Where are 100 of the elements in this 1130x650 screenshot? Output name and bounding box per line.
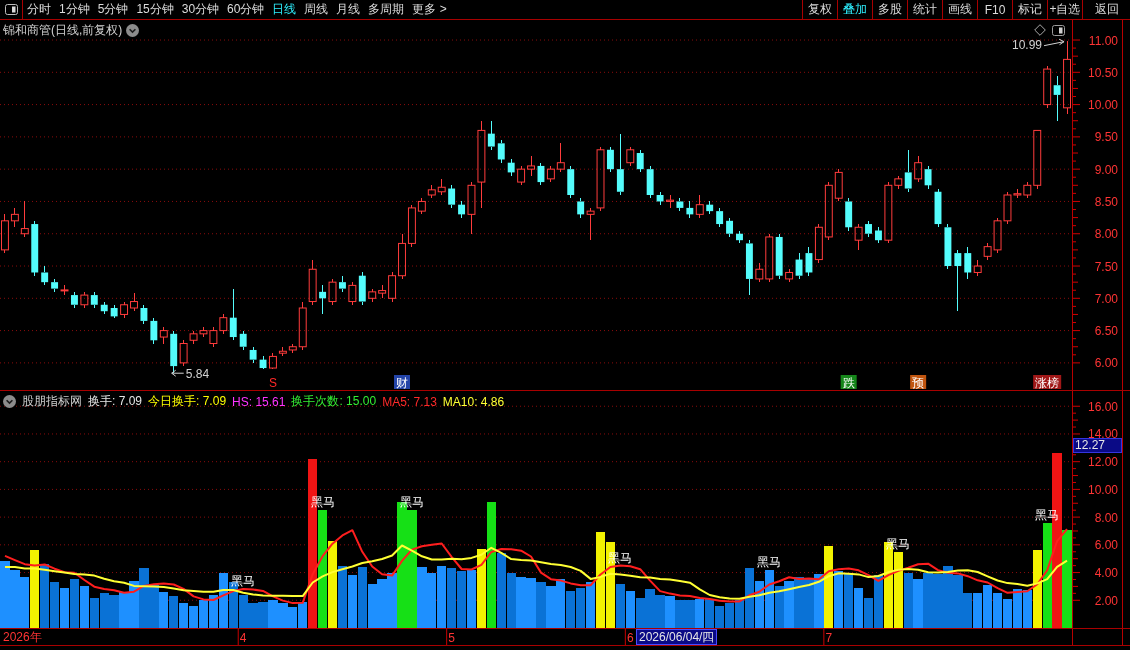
period-tab[interactable]: 60分钟 [223,0,269,19]
bar [347,575,358,628]
date-label: 6 [626,630,634,645]
axis-label: 9.50 [1094,130,1118,145]
bar [49,582,60,628]
bar [625,590,635,628]
bar [675,600,685,628]
toolbar-button[interactable]: 多股 [872,0,907,19]
toolbar-button[interactable]: F10 [977,0,1012,19]
period-tab[interactable]: 1分钟 [55,0,94,19]
bar [913,579,923,628]
bar [188,605,199,628]
bar [923,572,933,628]
legend-value: HS: 15.61 [232,394,286,409]
period-tab[interactable]: 周线 [300,0,333,19]
period-tab[interactable]: 5分钟 [93,0,133,19]
bar [526,578,536,628]
bar [903,572,913,628]
bar [714,605,725,628]
indicator-name: 股朋指标网 [22,393,82,410]
bar [566,590,576,628]
candle [41,265,49,286]
toolbar-button[interactable]: +自选 [1047,0,1082,19]
axis-label: 7.50 [1094,259,1118,274]
candle [1043,65,1052,109]
bar [973,593,983,628]
chevron-down-circle-icon[interactable] [3,395,16,408]
candle [427,184,436,199]
candle [695,194,704,219]
bar [685,600,695,628]
event-mark: S [268,375,277,390]
axis-label: 8.50 [1094,194,1118,209]
candle [140,304,148,325]
toolbar-button[interactable]: 复权 [802,0,837,19]
axis-label: 4.00 [1094,566,1118,581]
bar [149,585,159,628]
split-square-icon[interactable] [4,4,18,15]
candle [239,330,247,351]
candle [448,184,456,209]
candle [706,200,714,215]
candle [368,288,377,303]
axis-label: 10.50 [1087,65,1118,80]
period-tab[interactable]: 日线 [268,0,301,19]
bar [0,561,10,628]
bar [357,567,367,628]
candle [507,159,515,177]
toolbar-button[interactable]: 叠加 [837,0,872,19]
toolbar-button[interactable]: 标记 [1012,0,1047,19]
candle [120,301,129,319]
period-tab[interactable]: 月线 [332,0,365,19]
toolbar-button[interactable]: 返回 [1082,0,1130,19]
candle [31,220,39,277]
bar [853,587,864,628]
chevron-down-circle-icon[interactable] [126,24,140,37]
signal-label: 黑马 [310,495,335,510]
axis-label: 7.00 [1094,291,1118,306]
signal-label: 黑马 [886,536,911,551]
axis-label: 9.00 [1094,162,1118,177]
candle [944,223,952,270]
bar [337,565,348,628]
diamond-icon[interactable] [1034,24,1046,36]
axis-label: 12.00 [1087,455,1118,470]
bar [556,579,566,628]
candle [308,259,317,306]
bar [427,572,437,628]
bar [764,569,774,628]
candle [914,155,923,183]
candle [328,278,337,306]
bar [119,591,129,628]
bar [258,601,268,628]
bar [159,591,169,628]
candle [437,178,446,196]
bar [367,583,377,628]
candle [646,165,654,199]
toolbar-button[interactable]: 统计 [907,0,942,19]
signal-label: 黑马 [399,495,424,510]
period-tab[interactable]: 多周期 [364,0,409,19]
candle [517,165,526,186]
bar [1012,589,1023,628]
period-tab[interactable]: 15分钟 [132,0,178,19]
cursor-value-label: 12.27 [1073,438,1122,453]
arrow-icon [171,369,185,377]
candle [875,226,882,244]
bar [576,587,586,628]
candle [110,304,118,319]
axis-label: 6.00 [1094,356,1118,371]
axis-label: 11.00 [1088,33,1118,48]
period-tab[interactable]: 30分钟 [177,0,224,19]
candle [745,239,753,296]
bar [695,598,705,628]
split-square-icon[interactable] [1052,24,1065,36]
bar [238,594,248,628]
more-menu[interactable]: 更多 > [408,0,451,19]
event-tag: 跌 [840,375,857,390]
toolbar-button[interactable]: 画线 [942,0,977,19]
bar [774,586,784,628]
signal-label: 黑马 [231,573,256,588]
period-tab[interactable]: 分时 [23,0,55,19]
candle [626,146,635,167]
bar [99,593,109,628]
